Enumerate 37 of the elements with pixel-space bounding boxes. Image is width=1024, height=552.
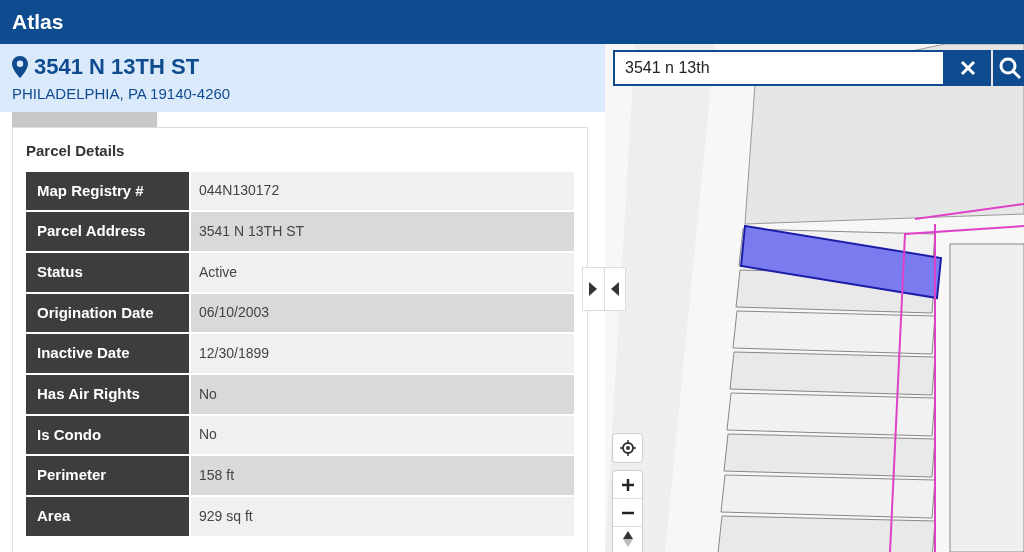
field-label: Is Condo <box>26 415 189 455</box>
field-value: 929 sq ft <box>191 497 574 536</box>
field-value: 044N130172 <box>191 171 574 211</box>
field-value: 06/10/2003 <box>191 293 574 333</box>
field-value: 158 ft <box>191 456 574 495</box>
search-icon <box>999 57 1021 79</box>
field-label: Area <box>26 497 189 536</box>
city-line: PHILADELPHIA, PA 19140-4260 <box>12 86 232 101</box>
field-value: 3541 N 13TH ST <box>191 212 574 251</box>
field-label: Has Air Rights <box>26 374 189 414</box>
map-pin-icon <box>12 56 28 78</box>
triangle-left-icon <box>610 282 619 296</box>
panel-toggle[interactable] <box>582 267 626 311</box>
field-value: Active <box>191 252 574 292</box>
locate-button[interactable] <box>612 433 643 463</box>
field-label: Inactive Date <box>26 334 189 373</box>
compass-icon <box>622 531 633 547</box>
field-label: Perimeter <box>26 456 189 495</box>
locate-icon <box>619 440 636 456</box>
field-label: Map Registry # <box>26 171 189 211</box>
map[interactable]: 3541 n 13th <box>605 44 1024 552</box>
field-value: No <box>191 415 574 455</box>
field-label: Parcel Address <box>26 212 189 251</box>
close-icon <box>960 60 976 76</box>
field-label: Origination Date <box>26 293 189 333</box>
field-value: No <box>191 374 574 414</box>
plus-icon <box>621 478 634 491</box>
search-button[interactable] <box>993 50 1024 86</box>
field-label: Status <box>26 252 189 292</box>
section-title: Parcel Details <box>26 141 126 161</box>
app-title: Atlas <box>12 9 64 36</box>
search-field[interactable]: 3541 n 13th <box>613 50 945 86</box>
address-title: 3541 N 13TH ST <box>34 56 200 78</box>
triangle-right-icon <box>589 282 598 296</box>
minus-icon <box>621 510 634 515</box>
clear-button[interactable] <box>945 50 991 86</box>
field-value: 12/30/1899 <box>191 334 574 373</box>
